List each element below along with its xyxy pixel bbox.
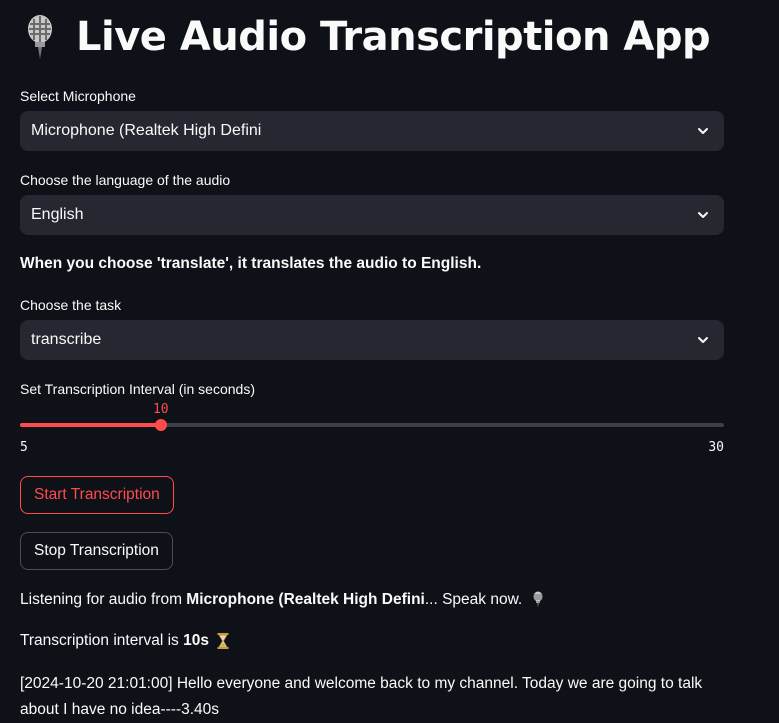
page-title-text: Live Audio Transcription App <box>76 14 711 60</box>
slider-value: 10 <box>152 402 169 417</box>
microphone-select-value: Microphone (Realtek High Defini <box>31 122 262 139</box>
chevron-down-icon <box>698 212 708 218</box>
transcript-entry: [2024-10-20 21:01:00] Hello everyone and… <box>20 675 703 718</box>
microphone-icon <box>533 591 543 608</box>
task-select-value: transcribe <box>31 331 102 348</box>
hourglass-icon <box>217 632 229 649</box>
slider-max-label: 30 <box>708 440 724 455</box>
slider-fill <box>20 423 161 427</box>
listening-status: Listening for audio from Microphone (Rea… <box>20 591 545 609</box>
page-title: Live Audio Transcription App <box>20 14 711 60</box>
listening-suffix: ... Speak now. <box>424 591 523 608</box>
interval-status: Transcription interval is 10s <box>20 632 229 650</box>
task-select-label: Choose the task <box>20 297 122 313</box>
slider-thumb[interactable] <box>154 419 167 431</box>
chevron-down-icon <box>698 128 708 134</box>
language-select[interactable]: English <box>20 195 724 235</box>
language-select-label: Choose the language of the audio <box>20 172 231 188</box>
interval-slider[interactable]: 10 <box>20 402 724 436</box>
microphone-select-label: Select Microphone <box>20 88 136 104</box>
translate-note: When you choose 'translate', it translat… <box>20 255 482 272</box>
stop-transcription-button[interactable]: Stop Transcription <box>20 532 173 570</box>
slider-min-label: 5 <box>20 440 28 455</box>
interval-slider-label: Set Transcription Interval (in seconds) <box>20 381 255 397</box>
chevron-down-icon <box>698 337 708 343</box>
language-select-value: English <box>31 206 84 223</box>
listening-prefix: Listening for audio from <box>20 591 187 608</box>
interval-prefix: Transcription interval is <box>20 632 184 649</box>
microphone-icon <box>28 15 52 59</box>
microphone-select[interactable]: Microphone (Realtek High Defini <box>20 111 724 151</box>
listening-device: Microphone (Realtek High Defini <box>186 591 425 608</box>
start-transcription-button[interactable]: Start Transcription <box>20 476 174 514</box>
interval-value: 10s <box>183 632 209 649</box>
task-select[interactable]: transcribe <box>20 320 724 360</box>
